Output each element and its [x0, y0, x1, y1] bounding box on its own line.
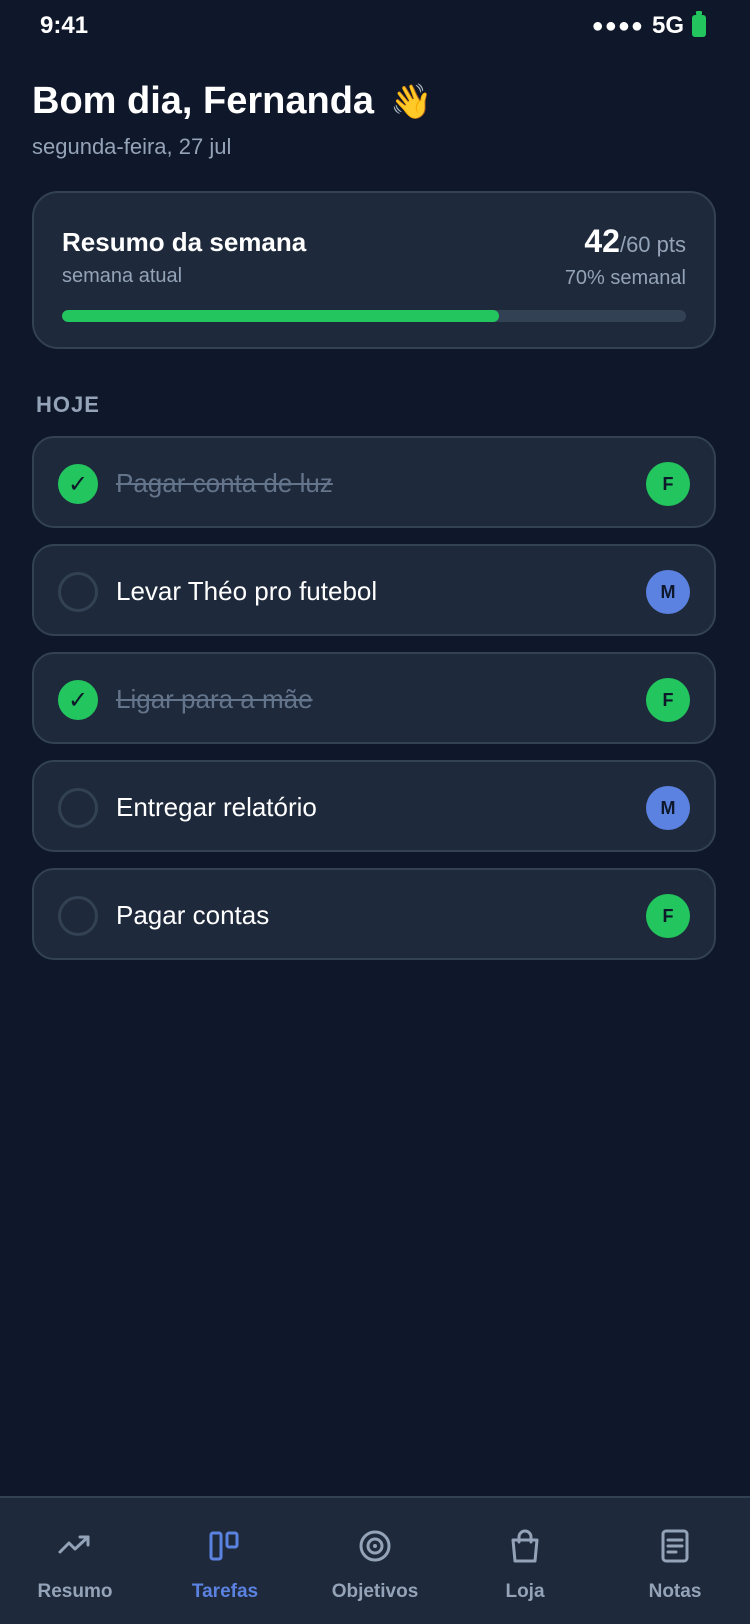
tab-loja[interactable]: Loja	[450, 1498, 600, 1624]
task-item[interactable]: Entregar relatório M	[32, 760, 716, 852]
assignee-avatar: F	[646, 462, 690, 506]
task-item[interactable]: ✓ Ligar para a mãe F	[32, 652, 716, 744]
greeting-text: Bom dia, Fernanda	[32, 80, 375, 122]
points-total: /60 pts	[619, 232, 686, 257]
task-item[interactable]: Pagar contas F	[32, 868, 716, 960]
shopping-bag-icon	[507, 1528, 543, 1569]
weekly-progress-fill	[62, 310, 499, 322]
task-item[interactable]: Levar Théo pro futebol M	[32, 544, 716, 636]
points-value: 42	[584, 223, 620, 259]
task-checkbox-checked[interactable]: ✓	[58, 464, 98, 504]
section-label-today: HOJE	[36, 392, 100, 417]
assignee-avatar: M	[646, 570, 690, 614]
status-bar: 9:41 ●●●● 5G	[0, 0, 750, 52]
tab-notas[interactable]: Notas	[600, 1498, 750, 1624]
summary-title: Resumo da semana	[62, 227, 307, 257]
assignee-avatar: M	[646, 786, 690, 830]
status-time: 9:41	[40, 12, 89, 39]
checkmark-icon: ✓	[67, 470, 89, 498]
task-item[interactable]: ✓ Pagar conta de luz F	[32, 436, 716, 528]
tab-tarefas[interactable]: Tarefas	[150, 1498, 300, 1624]
target-icon	[357, 1528, 393, 1569]
weekly-progress-bar	[62, 310, 686, 322]
points-display: 42/60 pts	[584, 223, 686, 260]
assignee-avatar: F	[646, 678, 690, 722]
note-icon	[657, 1528, 693, 1569]
board-icon	[207, 1528, 243, 1569]
task-label: Entregar relatório	[116, 792, 317, 822]
task-label: Ligar para a mãe	[116, 684, 313, 714]
battery-icon	[692, 11, 706, 37]
assignee-avatar: F	[646, 894, 690, 938]
task-label: Pagar conta de luz	[116, 468, 333, 498]
tab-label: Tarefas	[191, 1581, 259, 1602]
task-checkbox-checked[interactable]: ✓	[58, 680, 98, 720]
tab-objetivos[interactable]: Objetivos	[300, 1498, 450, 1624]
tab-label: Loja	[505, 1581, 545, 1602]
weekly-percent: 70% semanal	[564, 267, 686, 289]
task-label: Levar Théo pro futebol	[116, 576, 378, 606]
bottom-tab-bar: Resumo Tarefas Objetivos Loja Notas	[0, 1496, 750, 1624]
tab-resumo[interactable]: Resumo	[0, 1498, 150, 1624]
task-checkbox[interactable]	[58, 788, 98, 828]
waving-hand-icon: 👋	[390, 82, 433, 121]
status-indicators: ●●●● 5G	[591, 11, 706, 40]
trending-up-icon	[57, 1528, 93, 1569]
summary-subtitle: semana atual	[62, 265, 183, 287]
task-list: ✓ Pagar conta de luz F Levar Théo pro futeb…	[32, 436, 716, 976]
weekly-summary-card[interactable]: Resumo da semana semana atual 42/60 pts …	[32, 191, 716, 349]
network-label: 5G	[651, 12, 684, 39]
greeting-title: Bom dia, Fernanda 👋	[32, 80, 432, 123]
task-label: Pagar contas	[116, 900, 270, 930]
current-date: segunda-feira, 27 jul	[32, 134, 232, 159]
tab-label: Resumo	[37, 1581, 113, 1602]
signal-icon: ●●●●	[591, 14, 644, 37]
tab-label: Objetivos	[331, 1581, 419, 1602]
checkmark-icon: ✓	[67, 686, 89, 714]
tab-label: Notas	[648, 1581, 702, 1602]
task-checkbox[interactable]	[58, 572, 98, 612]
task-checkbox[interactable]	[58, 896, 98, 936]
